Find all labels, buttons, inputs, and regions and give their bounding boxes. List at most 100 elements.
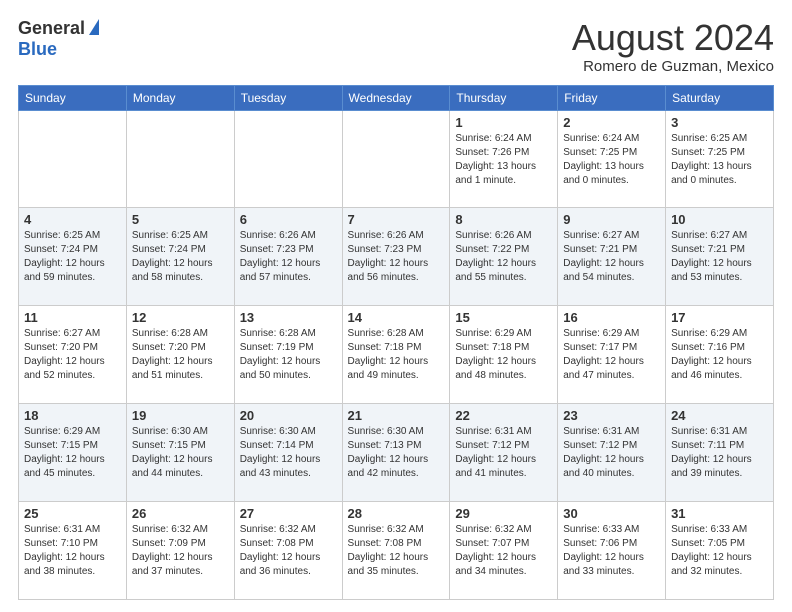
calendar-cell: 1 Sunrise: 6:24 AM Sunset: 7:26 PM Daylig… (450, 110, 558, 208)
day-number: 22 (455, 408, 552, 423)
calendar-cell: 3Sunrise: 6:25 AM Sunset: 7:25 PM Daylig… (666, 110, 774, 208)
day-info: Sunrise: 6:29 AM Sunset: 7:18 PM Dayligh… (455, 327, 552, 383)
day-number: 21 (348, 408, 445, 423)
day-info: Sunrise: 6:25 AM Sunset: 7:24 PM Dayligh… (24, 229, 121, 285)
calendar-header-saturday: Saturday (666, 85, 774, 110)
day-info: Sunrise: 6:29 AM Sunset: 7:16 PM Dayligh… (671, 327, 768, 383)
day-info: Sunrise: 6:33 AM Sunset: 7:05 PM Dayligh… (671, 523, 768, 579)
calendar-header-row: SundayMondayTuesdayWednesdayThursdayFrid… (19, 85, 774, 110)
calendar-week-row: 18 Sunrise: 6:29 AM Sunset: 7:15 PM Dayli… (19, 404, 774, 502)
day-number: 17 (671, 310, 768, 325)
day-number: 29 (455, 506, 552, 521)
day-number: 31 (671, 506, 768, 521)
day-number: 28 (348, 506, 445, 521)
day-info: Sunrise: 6:27 AM Sunset: 7:21 PM Dayligh… (563, 229, 660, 285)
day-info: Sunrise: 6:27 AM Sunset: 7:21 PM Dayligh… (671, 229, 768, 285)
calendar-cell: 15Sunrise: 6:29 AM Sunset: 7:18 PM Dayli… (450, 306, 558, 404)
day-info: Sunrise: 6:31 AM Sunset: 7:10 PM Dayligh… (24, 523, 121, 579)
day-info: Sunrise: 6:26 AM Sunset: 7:22 PM Dayligh… (455, 229, 552, 285)
calendar-cell: 12Sunrise: 6:28 AM Sunset: 7:20 PM Dayli… (126, 306, 234, 404)
calendar-cell: 24 Sunrise: 6:31 AM Sunset: 7:11 PM Dayli… (666, 404, 774, 502)
calendar-cell: 4Sunrise: 6:25 AM Sunset: 7:24 PM Daylig… (19, 208, 127, 306)
calendar-cell: 26Sunrise: 6:32 AM Sunset: 7:09 PM Dayli… (126, 502, 234, 600)
calendar-cell: 20 Sunrise: 6:30 AM Sunset: 7:14 PM Dayli… (234, 404, 342, 502)
calendar-cell: 11 Sunrise: 6:27 AM Sunset: 7:20 PM Dayli… (19, 306, 127, 404)
day-number: 30 (563, 506, 660, 521)
calendar-cell: 30Sunrise: 6:33 AM Sunset: 7:06 PM Dayli… (558, 502, 666, 600)
day-number: 24 (671, 408, 768, 423)
day-number: 12 (132, 310, 229, 325)
calendar-header-thursday: Thursday (450, 85, 558, 110)
day-info: Sunrise: 6:30 AM Sunset: 7:13 PM Dayligh… (348, 425, 445, 481)
day-info: Sunrise: 6:31 AM Sunset: 7:12 PM Dayligh… (563, 425, 660, 481)
calendar-cell: 7Sunrise: 6:26 AM Sunset: 7:23 PM Daylig… (342, 208, 450, 306)
day-number: 18 (24, 408, 121, 423)
calendar-header-sunday: Sunday (19, 85, 127, 110)
day-number: 19 (132, 408, 229, 423)
day-info: Sunrise: 6:32 AM Sunset: 7:08 PM Dayligh… (240, 523, 337, 579)
calendar-cell: 17 Sunrise: 6:29 AM Sunset: 7:16 PM Dayli… (666, 306, 774, 404)
calendar-week-row: 11 Sunrise: 6:27 AM Sunset: 7:20 PM Dayli… (19, 306, 774, 404)
day-info: Sunrise: 6:30 AM Sunset: 7:14 PM Dayligh… (240, 425, 337, 481)
calendar-cell: 16Sunrise: 6:29 AM Sunset: 7:17 PM Dayli… (558, 306, 666, 404)
day-info: Sunrise: 6:27 AM Sunset: 7:20 PM Dayligh… (24, 327, 121, 383)
day-number: 20 (240, 408, 337, 423)
logo-blue-text: Blue (18, 39, 57, 60)
calendar-cell: 19 Sunrise: 6:30 AM Sunset: 7:15 PM Dayli… (126, 404, 234, 502)
day-number: 6 (240, 212, 337, 227)
calendar-cell (126, 110, 234, 208)
day-info: Sunrise: 6:24 AM Sunset: 7:26 PM Dayligh… (455, 132, 552, 188)
calendar-cell: 13Sunrise: 6:28 AM Sunset: 7:19 PM Dayli… (234, 306, 342, 404)
day-info: Sunrise: 6:30 AM Sunset: 7:15 PM Dayligh… (132, 425, 229, 481)
calendar-cell: 27Sunrise: 6:32 AM Sunset: 7:08 PM Dayli… (234, 502, 342, 600)
day-number: 8 (455, 212, 552, 227)
day-info: Sunrise: 6:31 AM Sunset: 7:11 PM Dayligh… (671, 425, 768, 481)
calendar-cell (342, 110, 450, 208)
page: General Blue August 2024 Romero de Guzma… (0, 0, 792, 612)
day-info: Sunrise: 6:29 AM Sunset: 7:15 PM Dayligh… (24, 425, 121, 481)
calendar-week-row: 25 Sunrise: 6:31 AM Sunset: 7:10 PM Dayli… (19, 502, 774, 600)
day-info: Sunrise: 6:28 AM Sunset: 7:19 PM Dayligh… (240, 327, 337, 383)
calendar-cell: 22 Sunrise: 6:31 AM Sunset: 7:12 PM Dayli… (450, 404, 558, 502)
day-info: Sunrise: 6:28 AM Sunset: 7:18 PM Dayligh… (348, 327, 445, 383)
day-info: Sunrise: 6:24 AM Sunset: 7:25 PM Dayligh… (563, 132, 660, 188)
calendar-cell: 10Sunrise: 6:27 AM Sunset: 7:21 PM Dayli… (666, 208, 774, 306)
day-info: Sunrise: 6:26 AM Sunset: 7:23 PM Dayligh… (240, 229, 337, 285)
title-block: August 2024 Romero de Guzman, Mexico (572, 18, 774, 75)
calendar-cell: 21 Sunrise: 6:30 AM Sunset: 7:13 PM Dayli… (342, 404, 450, 502)
day-number: 26 (132, 506, 229, 521)
day-info: Sunrise: 6:25 AM Sunset: 7:24 PM Dayligh… (132, 229, 229, 285)
calendar-cell (19, 110, 127, 208)
day-number: 3 (671, 115, 768, 130)
calendar-cell: 2Sunrise: 6:24 AM Sunset: 7:25 PM Daylig… (558, 110, 666, 208)
month-title: August 2024 (572, 18, 774, 58)
day-number: 5 (132, 212, 229, 227)
day-number: 25 (24, 506, 121, 521)
day-number: 23 (563, 408, 660, 423)
calendar-cell: 31 Sunrise: 6:33 AM Sunset: 7:05 PM Dayli… (666, 502, 774, 600)
day-number: 1 (455, 115, 552, 130)
calendar-cell: 8 Sunrise: 6:26 AM Sunset: 7:22 PM Daylig… (450, 208, 558, 306)
calendar-cell: 14 Sunrise: 6:28 AM Sunset: 7:18 PM Dayli… (342, 306, 450, 404)
calendar-cell: 29Sunrise: 6:32 AM Sunset: 7:07 PM Dayli… (450, 502, 558, 600)
calendar-cell: 5 Sunrise: 6:25 AM Sunset: 7:24 PM Daylig… (126, 208, 234, 306)
calendar-header-monday: Monday (126, 85, 234, 110)
calendar-header-friday: Friday (558, 85, 666, 110)
day-number: 9 (563, 212, 660, 227)
day-info: Sunrise: 6:31 AM Sunset: 7:12 PM Dayligh… (455, 425, 552, 481)
calendar-cell (234, 110, 342, 208)
calendar-cell: 28Sunrise: 6:32 AM Sunset: 7:08 PM Dayli… (342, 502, 450, 600)
location: Romero de Guzman, Mexico (572, 58, 774, 75)
day-number: 14 (348, 310, 445, 325)
calendar-cell: 25 Sunrise: 6:31 AM Sunset: 7:10 PM Dayli… (19, 502, 127, 600)
day-number: 11 (24, 310, 121, 325)
calendar-cell: 9 Sunrise: 6:27 AM Sunset: 7:21 PM Daylig… (558, 208, 666, 306)
header: General Blue August 2024 Romero de Guzma… (18, 18, 774, 75)
calendar-week-row: 1 Sunrise: 6:24 AM Sunset: 7:26 PM Daylig… (19, 110, 774, 208)
calendar-cell: 6 Sunrise: 6:26 AM Sunset: 7:23 PM Daylig… (234, 208, 342, 306)
calendar-table: SundayMondayTuesdayWednesdayThursdayFrid… (18, 85, 774, 600)
day-info: Sunrise: 6:29 AM Sunset: 7:17 PM Dayligh… (563, 327, 660, 383)
calendar-week-row: 4Sunrise: 6:25 AM Sunset: 7:24 PM Daylig… (19, 208, 774, 306)
calendar-header-wednesday: Wednesday (342, 85, 450, 110)
calendar-cell: 23 Sunrise: 6:31 AM Sunset: 7:12 PM Dayli… (558, 404, 666, 502)
